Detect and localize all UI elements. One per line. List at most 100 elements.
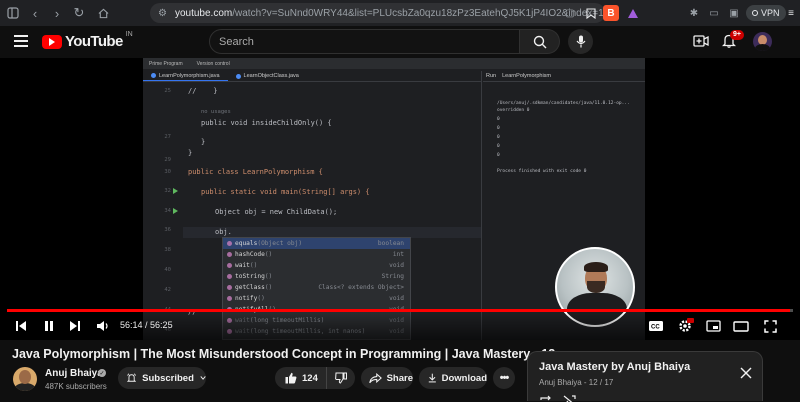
editor-tab-label: LearnPolymorphism.java [159, 72, 220, 79]
completion-params: () [249, 262, 258, 269]
subscribe-button[interactable]: Subscribed [118, 367, 206, 389]
settings-button[interactable] [676, 318, 694, 334]
line-number: 38 [164, 247, 171, 253]
method-icon [227, 252, 232, 257]
playlist-title[interactable]: Java Mastery by Anuj Bhaiya [539, 361, 690, 373]
previous-button[interactable] [12, 318, 30, 334]
completion-params: () [264, 273, 273, 280]
voice-search-button[interactable] [568, 29, 593, 54]
close-playlist-button[interactable] [740, 366, 754, 380]
dislike-button[interactable] [327, 367, 355, 389]
method-icon [227, 285, 232, 290]
line-number: 29 [164, 157, 171, 163]
method-icon [227, 274, 232, 279]
run-label: Run [486, 73, 497, 79]
method-icon [227, 241, 232, 246]
completion-type: int [392, 251, 404, 258]
line-gutter: 25 27 29 30 32 34 36 38 40 42 44 46 [143, 84, 183, 340]
guide-menu-icon[interactable] [14, 35, 28, 47]
channel-avatar[interactable] [13, 367, 37, 391]
presenter-beard [587, 281, 605, 293]
pause-button[interactable] [40, 318, 58, 334]
completion-item: equals(Object obj) boolean [223, 238, 410, 249]
run-gutter-icon [173, 208, 178, 214]
share-button[interactable]: Share [361, 367, 413, 389]
back-icon[interactable]: ‹ [24, 2, 46, 24]
line-number: 30 [164, 169, 171, 175]
more-horizontal-icon: ••• [499, 372, 510, 384]
create-button[interactable] [693, 34, 709, 48]
completion-type: boolean [377, 240, 404, 247]
vpn-label: VPN [761, 8, 780, 18]
playlist-subtitle: Anuj Bhaiya - 12 / 17 [539, 378, 614, 387]
code-hint: no usages [201, 109, 231, 115]
reload-icon[interactable]: ↻ [68, 2, 90, 24]
run-output-line: overridden 0 [497, 108, 530, 113]
ide-project-menu: Prime Program [149, 60, 183, 67]
completion-name: toString() [235, 273, 273, 280]
channel-avatar-face [19, 370, 31, 384]
vpn-button[interactable]: VPN [746, 5, 786, 21]
sidebar-icon[interactable]: ▭ [706, 5, 722, 21]
country-code: IN [125, 31, 133, 38]
home-icon[interactable] [92, 2, 114, 24]
logo-text: YouTube [65, 33, 123, 50]
forward-icon[interactable]: › [46, 2, 68, 24]
code-line: Object obj = new ChildData(); [215, 208, 338, 216]
fullscreen-button[interactable] [761, 318, 779, 334]
completion-item: toString() String [223, 271, 410, 282]
java-file-icon [151, 73, 156, 78]
close-icon [740, 367, 752, 379]
time-separator: / [142, 320, 151, 330]
youtube-logo[interactable]: YouTube IN [42, 31, 133, 50]
run-output-line: 0 [497, 135, 500, 140]
subtitles-button[interactable]: CC [647, 318, 665, 334]
completion-item: getClass() Class<? extends Object> [223, 282, 410, 293]
mute-button[interactable] [93, 318, 111, 334]
editor-tab-label: LearnObjectClass.java [243, 73, 299, 79]
bookmark-icon[interactable] [583, 5, 599, 21]
run-output-line: /Users/anuj/.sdkman/candidates/java/11.0… [497, 101, 630, 106]
run-output-line: 0 [497, 126, 500, 131]
download-icon [428, 373, 436, 383]
search-button[interactable] [520, 29, 560, 54]
code-line: public static void main(String[] args) { [201, 188, 370, 196]
like-button[interactable]: 124 [275, 367, 327, 389]
miniplayer-button[interactable] [704, 318, 722, 334]
more-actions-button[interactable]: ••• [493, 367, 515, 389]
download-button[interactable]: Download [419, 367, 487, 389]
completion-type: Class<? extends Object> [318, 284, 404, 291]
site-settings-icon[interactable]: ⚙ [158, 8, 167, 19]
line-number: 27 [164, 134, 171, 140]
search-input[interactable]: Search [209, 29, 520, 54]
run-output-line: 0 [497, 144, 500, 149]
code-line: obj. [215, 228, 232, 236]
code-line: } [188, 149, 193, 157]
theater-mode-button[interactable] [732, 318, 750, 334]
account-avatar[interactable] [753, 32, 772, 51]
bell-ring-icon [127, 373, 137, 382]
browser-toolbar: ‹ › ↻ ⚙ youtube.com/watch?v=SuNnd0WRY44&… [0, 0, 800, 26]
code-line: public void insideChildOnly() { [201, 119, 332, 127]
completion-name: equals(Object obj) [235, 240, 303, 247]
completion-params: () [264, 284, 273, 291]
completion-type: void [389, 295, 404, 302]
sidebar-toggle-icon[interactable] [2, 2, 24, 24]
tab-search-icon[interactable]: ▢ [562, 5, 578, 21]
address-bar[interactable]: ⚙ youtube.com/watch?v=SuNnd0WRY44&list=P… [150, 3, 605, 23]
channel-name[interactable]: Anuj Bhaiya [45, 368, 103, 379]
wallet-icon[interactable]: ▣ [726, 5, 742, 21]
closed-captions-icon: CC [649, 321, 663, 331]
browser-menu-icon[interactable]: ≡ [783, 5, 799, 21]
skip-previous-icon [16, 321, 26, 331]
thumbs-down-icon [335, 372, 347, 384]
microphone-icon [576, 35, 585, 48]
notification-badge: 9+ [730, 30, 744, 40]
extensions-icon[interactable]: ✱ [686, 5, 702, 21]
next-button[interactable] [66, 318, 84, 334]
brave-shield-icon[interactable]: B [603, 5, 619, 21]
completion-params: (Object obj) [257, 240, 303, 247]
notifications-button[interactable]: 9+ [721, 30, 744, 49]
brave-rewards-icon[interactable] [625, 5, 641, 21]
video-player[interactable]: Prime Program Version control LearnPolym… [0, 58, 800, 340]
